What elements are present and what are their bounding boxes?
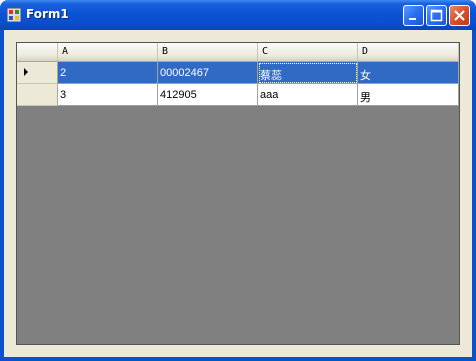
row-header[interactable] [17,84,58,106]
window: Form1 A B C D 2 00002467 蔡蕊 女 3 412905 a… [0,0,476,361]
title-bar[interactable]: Form1 [0,0,476,30]
table-cell[interactable]: 00002467 [158,62,258,84]
table-cell[interactable]: 2 [58,62,158,84]
column-header-c[interactable]: C [258,43,358,62]
maximize-icon [430,9,443,22]
minimize-icon [409,18,416,20]
table-cell[interactable]: aaa [258,84,358,106]
table-cell[interactable]: 412905 [158,84,258,106]
current-row-arrow-icon [24,68,28,76]
column-header-d[interactable]: D [358,43,459,62]
data-grid[interactable]: A B C D 2 00002467 蔡蕊 女 3 412905 aaa 男 [16,42,460,345]
close-icon [454,10,465,21]
close-button[interactable] [449,5,470,26]
window-title: Form1 [26,7,69,21]
table-cell[interactable]: 男 [358,84,459,106]
table-cell[interactable]: 蔡蕊 [258,62,358,84]
app-icon [7,8,21,22]
column-header-a[interactable]: A [58,43,158,62]
table-cell[interactable]: 女 [358,62,459,84]
grid-corner-header[interactable] [17,43,58,62]
maximize-button[interactable] [426,5,447,26]
minimize-button[interactable] [403,5,424,26]
column-header-b[interactable]: B [158,43,258,62]
table-cell[interactable]: 3 [58,84,158,106]
row-header[interactable] [17,62,58,84]
form-client-area: A B C D 2 00002467 蔡蕊 女 3 412905 aaa 男 [4,30,472,357]
